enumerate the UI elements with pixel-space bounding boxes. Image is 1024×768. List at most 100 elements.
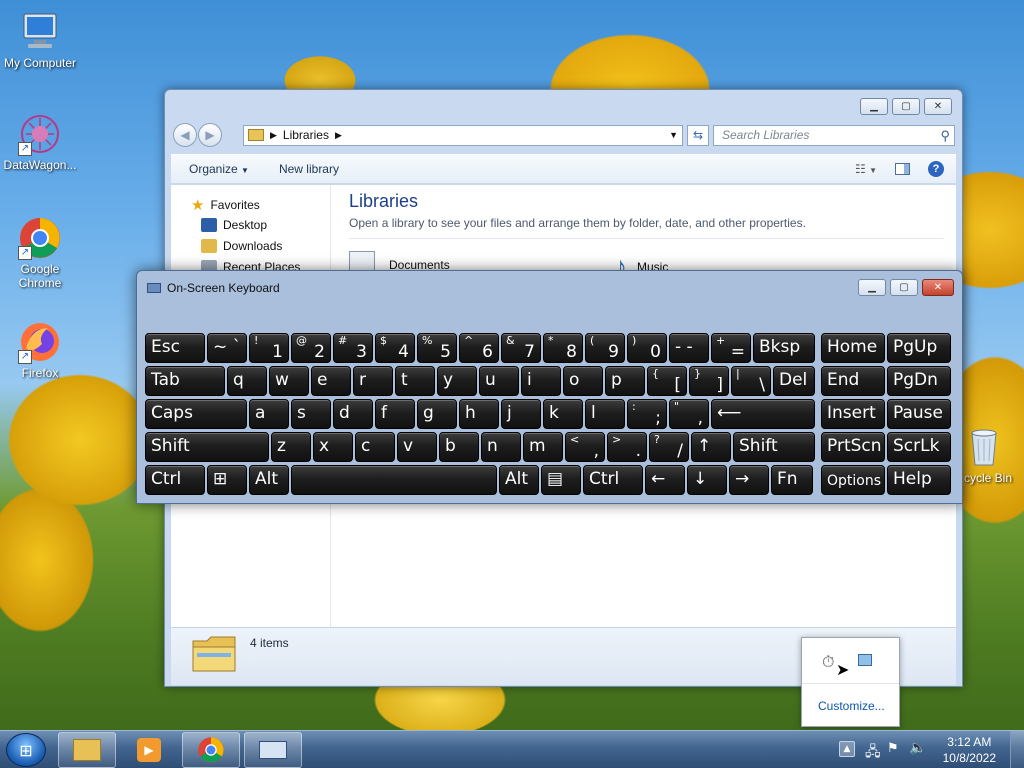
- desktop-icon-my-computer[interactable]: My Computer: [0, 10, 80, 70]
- key-pgdn[interactable]: PgDn: [887, 366, 951, 396]
- key-3[interactable]: #3: [333, 333, 373, 363]
- action-center-flag-icon[interactable]: ⚑: [887, 741, 899, 756]
- key-z[interactable]: z: [271, 432, 311, 462]
- osk-minimize-button[interactable]: ▁: [858, 279, 886, 296]
- key-7[interactable]: & 7: [501, 333, 541, 363]
- key-5[interactable]: % 5: [417, 333, 457, 363]
- change-view-icon[interactable]: ☷ ▼: [855, 162, 877, 176]
- key-9[interactable]: (9: [585, 333, 625, 363]
- key-s[interactable]: s: [291, 399, 331, 429]
- key-alt[interactable]: Alt: [249, 465, 289, 495]
- nav-downloads[interactable]: Downloads: [201, 239, 282, 253]
- search-input[interactable]: Search Libraries ⚲: [713, 124, 955, 146]
- key-r[interactable]: r: [353, 366, 393, 396]
- osk-close-button[interactable]: ✕: [922, 279, 954, 296]
- key-alt[interactable]: Alt: [499, 465, 539, 495]
- preview-pane-icon[interactable]: [895, 163, 910, 175]
- key-end[interactable]: End: [821, 366, 885, 396]
- key-6[interactable]: ^ 6: [459, 333, 499, 363]
- desktop-icon-google-chrome[interactable]: ↗ Google Chrome: [0, 216, 80, 290]
- key-a[interactable]: a: [249, 399, 289, 429]
- show-desktop-button[interactable]: [1010, 731, 1024, 768]
- key-insert[interactable]: Insert: [821, 399, 885, 429]
- osk-maximize-button[interactable]: ▢: [890, 279, 918, 296]
- key-b[interactable]: b: [439, 432, 479, 462]
- key-tab[interactable]: Tab: [145, 366, 225, 396]
- key-key3-9[interactable]: >.: [607, 432, 647, 462]
- maximize-button[interactable]: ▢: [892, 98, 920, 115]
- key-y[interactable]: y: [437, 366, 477, 396]
- key-key0-1[interactable]: ~ `: [207, 333, 247, 363]
- desktop-icon-firefox[interactable]: ↗ Firefox: [0, 320, 80, 380]
- breadcrumb-libraries[interactable]: Libraries: [283, 128, 329, 142]
- key-key2-11[interactable]: ",: [669, 399, 709, 429]
- key-e[interactable]: e: [311, 366, 351, 396]
- customize-link[interactable]: Customize...: [818, 699, 885, 713]
- key-fn[interactable]: Fn: [771, 465, 813, 495]
- address-dropdown-icon[interactable]: ▼: [669, 130, 678, 140]
- organize-button[interactable]: Organize ▼: [189, 162, 249, 176]
- key-f[interactable]: f: [375, 399, 415, 429]
- key-pgup[interactable]: PgUp: [887, 333, 951, 363]
- key-key2-12[interactable]: ⟵: [711, 399, 815, 429]
- key-j[interactable]: j: [501, 399, 541, 429]
- key-options[interactable]: Options: [821, 465, 885, 495]
- key-l[interactable]: l: [585, 399, 625, 429]
- address-bar[interactable]: ▶ Libraries ▶ ▼: [243, 124, 683, 146]
- key-del[interactable]: Del: [773, 366, 815, 396]
- key-key4-1[interactable]: ⊞: [207, 465, 247, 495]
- key-n[interactable]: n: [481, 432, 521, 462]
- desktop-icon-datawagon[interactable]: ↗ DataWagon...: [0, 112, 80, 172]
- refresh-button[interactable]: ⇆: [687, 124, 709, 146]
- key-scrlk[interactable]: ScrLk: [887, 432, 951, 462]
- nav-favorites[interactable]: ★ Favorites: [191, 196, 260, 214]
- taskbar-explorer[interactable]: [58, 732, 116, 768]
- key-u[interactable]: u: [479, 366, 519, 396]
- minimize-button[interactable]: ▁: [860, 98, 888, 115]
- key-d[interactable]: d: [333, 399, 373, 429]
- key-prtscn[interactable]: PrtScn: [821, 432, 885, 462]
- key-key4-5[interactable]: ▤: [541, 465, 581, 495]
- key-p[interactable]: p: [605, 366, 645, 396]
- clock-settings-icon[interactable]: ⏱: [822, 652, 834, 672]
- key-w[interactable]: w: [269, 366, 309, 396]
- network-tray-icon[interactable]: [858, 654, 872, 666]
- taskbar-chrome[interactable]: [182, 732, 240, 768]
- key-shift[interactable]: Shift: [145, 432, 269, 462]
- search-icon[interactable]: ⚲: [940, 128, 950, 144]
- key-4[interactable]: $4: [375, 333, 415, 363]
- start-button[interactable]: ⊞: [6, 733, 46, 767]
- key-help[interactable]: Help: [887, 465, 951, 495]
- back-button[interactable]: ◀: [173, 123, 197, 147]
- key-k[interactable]: k: [543, 399, 583, 429]
- key-space[interactable]: [291, 465, 497, 495]
- on-screen-keyboard-window[interactable]: On-Screen Keyboard ▁ ▢ ✕ Esc ~ `! 1 @2 #3 $4%…: [136, 270, 963, 504]
- key-key0-12[interactable]: - -: [669, 333, 709, 363]
- key-t[interactable]: t: [395, 366, 435, 396]
- key-ctrl[interactable]: Ctrl: [583, 465, 643, 495]
- key-key3-11[interactable]: ↑: [691, 432, 731, 462]
- key-bksp[interactable]: Bksp: [753, 333, 815, 363]
- key-ctrl[interactable]: Ctrl: [145, 465, 205, 495]
- key-key3-8[interactable]: <,: [565, 432, 605, 462]
- show-hidden-icons-button[interactable]: ▲: [839, 741, 855, 757]
- key-key2-10[interactable]: :;: [627, 399, 667, 429]
- nav-desktop[interactable]: Desktop: [201, 218, 267, 232]
- help-icon[interactable]: ?: [928, 161, 944, 177]
- key-esc[interactable]: Esc: [145, 333, 205, 363]
- clock[interactable]: 3:12 AM 10/8/2022: [943, 734, 996, 766]
- taskbar-on-screen-keyboard[interactable]: [244, 732, 302, 768]
- key-i[interactable]: i: [521, 366, 561, 396]
- key-2[interactable]: @2: [291, 333, 331, 363]
- key-key4-9[interactable]: →: [729, 465, 769, 495]
- key-1[interactable]: ! 1: [249, 333, 289, 363]
- key-0[interactable]: ) 0: [627, 333, 667, 363]
- key-o[interactable]: o: [563, 366, 603, 396]
- key-key1-11[interactable]: {[: [647, 366, 687, 396]
- key-g[interactable]: g: [417, 399, 457, 429]
- key-key3-10[interactable]: ? /: [649, 432, 689, 462]
- key-home[interactable]: Home: [821, 333, 885, 363]
- key-h[interactable]: h: [459, 399, 499, 429]
- new-library-button[interactable]: New library: [279, 162, 339, 176]
- key-q[interactable]: q: [227, 366, 267, 396]
